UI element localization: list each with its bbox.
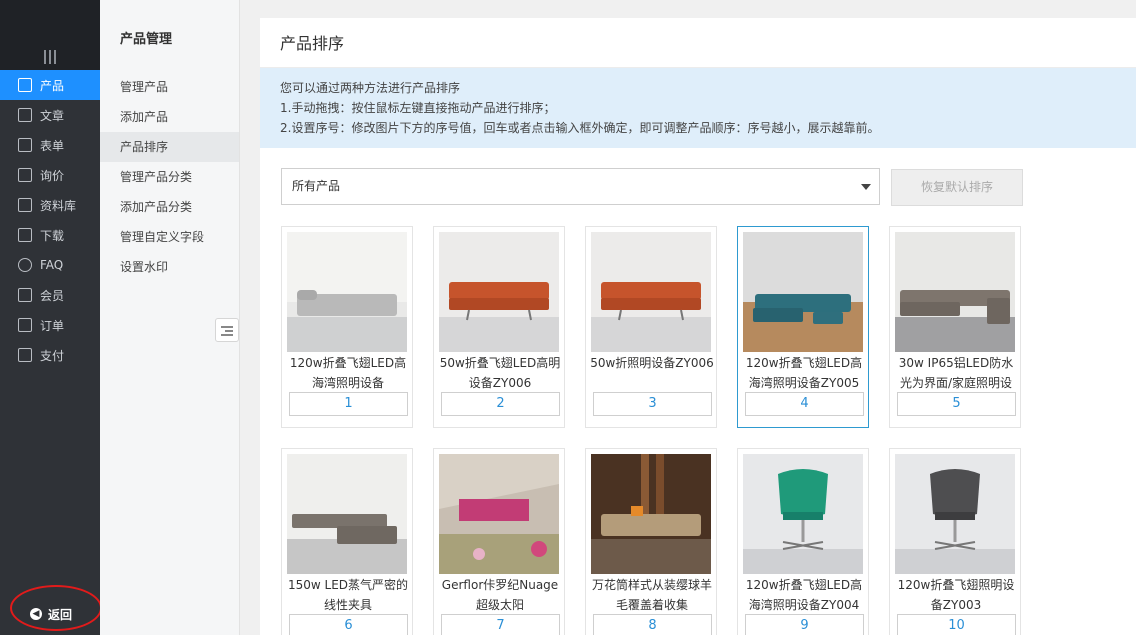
page-title: 产品排序 [260, 18, 1136, 68]
product-name: Gerflor佧罗纪Nuage超级太阳 [441, 578, 559, 612]
subnav-item-manage-products[interactable]: 管理产品 [100, 72, 239, 102]
order-input[interactable]: 3 [593, 392, 712, 416]
product-card[interactable]: 120w折叠飞翅照明设备ZY003 10 [889, 448, 1021, 635]
product-name: 万花筒样式从装缨球羊毛覆盖着收集 [591, 578, 712, 612]
article-icon [18, 108, 32, 122]
product-card[interactable]: 120w折叠飞翅LED高海湾照明设备 1 [281, 226, 413, 428]
order-input[interactable]: 1 [289, 392, 408, 416]
tip-line: 2.设置序号：修改图片下方的序号值，回车或者点击输入框外确定，即可调整产品顺序：… [280, 121, 880, 135]
product-image [591, 454, 711, 574]
product-image [439, 232, 559, 352]
nav-header [0, 0, 100, 70]
toolbar: 所有产品 恢复默认排序 [260, 148, 1136, 228]
product-image [439, 454, 559, 574]
product-image [287, 232, 407, 352]
nav-item-form[interactable]: 表单 [0, 130, 100, 160]
category-filter-select[interactable]: 所有产品 [281, 168, 880, 205]
subnav-item-product-sort[interactable]: 产品排序 [100, 132, 239, 162]
order-input[interactable]: 10 [897, 614, 1016, 635]
product-image [287, 454, 407, 574]
product-name: 120w折叠飞翅照明设备ZY003 [897, 578, 1015, 612]
nav-item-order[interactable]: 订单 [0, 310, 100, 340]
nav-item-download[interactable]: 下载 [0, 220, 100, 250]
order-input[interactable]: 7 [441, 614, 560, 635]
payment-icon [18, 348, 32, 362]
product-image [895, 454, 1015, 574]
order-input[interactable]: 4 [745, 392, 864, 416]
nav-item-member[interactable]: 会员 [0, 280, 100, 310]
form-icon [18, 138, 32, 152]
product-name: 30w IP65铝LED防水光为界面/家庭照明设 [898, 356, 1014, 390]
order-input[interactable]: 9 [745, 614, 864, 635]
order-input[interactable]: 5 [897, 392, 1016, 416]
order-input[interactable]: 8 [593, 614, 712, 635]
subnav-item-custom-fields[interactable]: 管理自定义字段 [100, 222, 239, 252]
product-image [591, 232, 711, 352]
subnav-item-add-product[interactable]: 添加产品 [100, 102, 239, 132]
chevron-down-icon [861, 184, 871, 190]
annotation-circle [10, 585, 102, 631]
collapse-sidebar-icon[interactable] [215, 318, 239, 342]
subnav-item-add-category[interactable]: 添加产品分类 [100, 192, 239, 222]
grid-icon [18, 78, 32, 92]
tips-box: 您可以通过两种方法进行产品排序 1.手动拖拽：按住鼠标左键直接拖动产品进行排序；… [260, 68, 1136, 148]
download-icon [18, 228, 32, 242]
product-card[interactable]: 万花筒样式从装缨球羊毛覆盖着收集 8 [585, 448, 717, 635]
order-input[interactable]: 2 [441, 392, 560, 416]
product-card[interactable]: 150w LED蒸气严密的线性夹具 6 [281, 448, 413, 635]
faq-icon [18, 258, 32, 272]
nav-item-faq[interactable]: FAQ [0, 250, 100, 280]
nav-item-label: 询价 [40, 168, 65, 183]
product-card[interactable]: 30w IP65铝LED防水光为界面/家庭照明设 5 [889, 226, 1021, 428]
product-card[interactable]: 120w折叠飞翅LED高海湾照明设备ZY004 9 [737, 448, 869, 635]
product-image [895, 232, 1015, 352]
menu-toggle-icon[interactable] [44, 50, 56, 64]
product-card[interactable]: 50w折叠飞翅LED高明设备ZY006 2 [433, 226, 565, 428]
nav-item-database[interactable]: 资料库 [0, 190, 100, 220]
inquiry-icon [18, 168, 32, 182]
nav-item-article[interactable]: 文章 [0, 100, 100, 130]
product-name: 50w折照明设备ZY006 [590, 356, 714, 370]
subnav-item-watermark[interactable]: 设置水印 [100, 252, 239, 282]
nav-item-label: 会员 [40, 288, 65, 303]
database-icon [18, 198, 32, 212]
nav-item-product[interactable]: 产品 [0, 70, 100, 100]
product-name: 120w折叠飞翅LED高海湾照明设备 [289, 356, 407, 390]
filter-selected-value: 所有产品 [292, 179, 341, 193]
subnav-title: 产品管理 [120, 32, 173, 47]
subnav-item-manage-categories[interactable]: 管理产品分类 [100, 162, 239, 192]
tip-line: 1.手动拖拽：按住鼠标左键直接拖动产品进行排序； [280, 101, 556, 115]
product-card[interactable]: Gerflor佧罗纪Nuage超级太阳 7 [433, 448, 565, 635]
product-card[interactable]: 120w折叠飞翅LED高海湾照明设备ZY005 4 [737, 226, 869, 428]
order-input[interactable]: 6 [289, 614, 408, 635]
nav-item-label: 资料库 [40, 198, 77, 213]
product-name: 150w LED蒸气严密的线性夹具 [287, 578, 409, 612]
product-image [743, 454, 863, 574]
member-icon [18, 288, 32, 302]
main-nav: 产品 文章 表单 询价 资料库 下载 FAQ 会员 订单 支付 ◀ 返回 [0, 0, 100, 635]
nav-item-payment[interactable]: 支付 [0, 340, 100, 370]
reset-default-order-button[interactable]: 恢复默认排序 [891, 169, 1023, 206]
order-icon [18, 318, 32, 332]
nav-item-label: 订单 [40, 318, 65, 333]
nav-item-label: 产品 [40, 78, 65, 93]
product-name: 50w折叠飞翅LED高明设备ZY006 [439, 356, 561, 390]
product-image [743, 232, 863, 352]
product-grid: 120w折叠飞翅LED高海湾照明设备 1 50w折叠飞翅LED高明设备ZY006… [281, 226, 1041, 635]
nav-item-label: 支付 [40, 348, 65, 363]
tip-line: 您可以通过两种方法进行产品排序 [280, 81, 461, 95]
nav-item-label: FAQ [40, 258, 64, 272]
product-card[interactable]: 50w折照明设备ZY006 3 [585, 226, 717, 428]
nav-item-label: 文章 [40, 108, 65, 123]
nav-item-label: 下载 [40, 228, 65, 243]
nav-item-inquiry[interactable]: 询价 [0, 160, 100, 190]
product-name: 120w折叠飞翅LED高海湾照明设备ZY005 [745, 356, 863, 390]
product-name: 120w折叠飞翅LED高海湾照明设备ZY004 [745, 578, 863, 612]
nav-item-label: 表单 [40, 138, 65, 153]
